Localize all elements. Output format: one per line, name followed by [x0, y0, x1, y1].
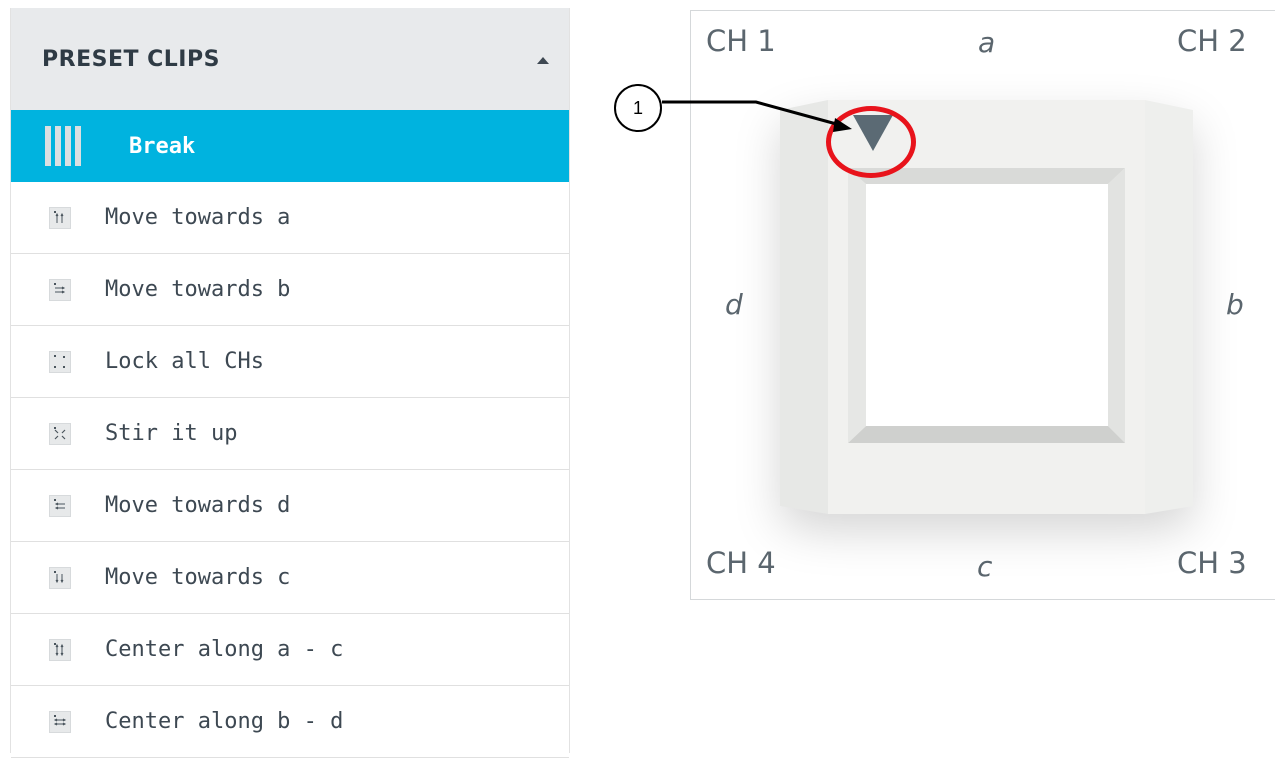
clip-label: Stir it up: [105, 421, 238, 446]
direction-a-label: a: [978, 26, 996, 59]
clip-label: Move towards d: [105, 493, 291, 518]
clip-label: Break: [129, 133, 196, 159]
clip-item-move-towards-d[interactable]: Move towards d: [11, 470, 569, 542]
move-up-icon: [49, 206, 71, 229]
clip-item-stir-it-up[interactable]: Stir it up: [11, 398, 569, 470]
direction-b-label: b: [1226, 288, 1244, 321]
break-icon: [45, 126, 91, 166]
clip-item-break[interactable]: Break: [11, 110, 569, 182]
collapse-arrow-icon[interactable]: [537, 56, 549, 64]
callout-number-text: 1: [632, 97, 643, 118]
clip-label: Move towards c: [105, 565, 291, 590]
clip-item-center-along-a-c[interactable]: Center along a - c: [11, 614, 569, 686]
ch3-label: CH 3: [1177, 546, 1247, 580]
clip-item-move-towards-a[interactable]: Move towards a: [11, 182, 569, 254]
direction-c-label: c: [977, 550, 993, 583]
move-left-icon: [49, 494, 71, 517]
ch2-label: CH 2: [1177, 24, 1247, 58]
callout-number: 1: [614, 84, 662, 132]
panel-title: PRESET CLIPS: [42, 46, 220, 72]
highlight-ring: [826, 106, 916, 178]
clip-label: Center along b - d: [105, 709, 344, 734]
lock-all-icon: [49, 350, 71, 373]
preset-clips-panel: PRESET CLIPS Break Move towards a Move t…: [10, 8, 570, 758]
clip-item-move-towards-b[interactable]: Move towards b: [11, 254, 569, 326]
clip-item-lock-all-chs[interactable]: Lock all CHs: [11, 326, 569, 398]
clip-item-move-towards-c[interactable]: Move towards c: [11, 542, 569, 614]
clip-label: Center along a - c: [105, 637, 344, 662]
direction-d-label: d: [725, 288, 743, 321]
panel-header[interactable]: PRESET CLIPS: [11, 8, 569, 110]
clip-list: Break Move towards a Move towards b Lock…: [11, 110, 569, 758]
move-right-icon: [49, 278, 71, 301]
clip-label: Move towards a: [105, 205, 291, 230]
center-horizontal-icon: [49, 710, 71, 733]
clip-label: Move towards b: [105, 277, 291, 302]
stir-icon: [49, 422, 71, 445]
center-vertical-icon: [49, 638, 71, 661]
ch1-label: CH 1: [706, 24, 776, 58]
ch4-label: CH 4: [706, 546, 776, 580]
clip-item-center-along-b-d[interactable]: Center along b - d: [11, 686, 569, 758]
clip-label: Lock all CHs: [105, 349, 264, 374]
move-down-icon: [49, 566, 71, 589]
